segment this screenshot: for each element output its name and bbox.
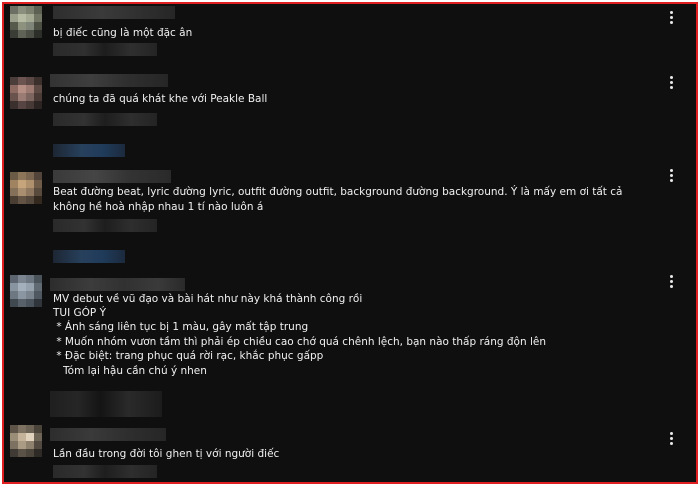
comment-text: chúng ta đã quá khát khe với Peakle Ball [53, 93, 268, 105]
more-vertical-icon[interactable] [670, 76, 674, 90]
avatar[interactable] [10, 425, 42, 457]
avatar[interactable] [10, 77, 42, 109]
avatar[interactable] [10, 172, 42, 204]
comment-text-line: MV debut về vũ đạo và bài hát như này kh… [53, 293, 363, 305]
comment-actions-blurred[interactable] [53, 465, 157, 478]
comment-text: bị điếc cũng là một đặc ân [53, 27, 193, 39]
comment-text: Beat đường beat, lyric đường lyric, outf… [53, 186, 626, 213]
author-name-blurred[interactable] [53, 6, 175, 19]
comment-actions-blurred[interactable] [53, 113, 157, 126]
avatar[interactable] [10, 6, 42, 38]
view-replies-blurred[interactable] [53, 250, 125, 263]
author-name-blurred[interactable] [50, 428, 166, 441]
more-vertical-icon[interactable] [670, 275, 674, 289]
comment-actions-blurred[interactable] [50, 391, 162, 417]
more-vertical-icon[interactable] [670, 169, 674, 183]
author-name-blurred[interactable] [50, 278, 185, 291]
comment-text-line: * Muốn nhóm vươn tầm thì phải ép chiều c… [53, 336, 546, 348]
avatar[interactable] [10, 275, 42, 307]
author-name-blurred[interactable] [53, 170, 171, 183]
comment-text: Lần đầu trong đời tôi ghen tị với người … [53, 448, 280, 460]
author-name-blurred[interactable] [50, 74, 168, 87]
comments-panel: bị điếc cũng là một đặc ân chúng ta đã q… [2, 2, 698, 484]
comment-text-line: * Ánh sáng liên tục bị 1 màu, gây mất tậ… [53, 321, 309, 333]
more-vertical-icon[interactable] [670, 11, 674, 25]
comment-text-line: Tóm lại hậu cần chú ý nhen [53, 365, 207, 377]
comment-text-line: * Đặc biệt: trang phục quá rời rạc, khắc… [53, 350, 324, 362]
comment-text-line: TUI GÓP Ý [53, 307, 107, 319]
comment-actions-blurred[interactable] [53, 219, 157, 232]
view-replies-blurred[interactable] [53, 144, 125, 157]
more-vertical-icon[interactable] [670, 432, 674, 446]
comment-actions-blurred[interactable] [53, 43, 157, 56]
